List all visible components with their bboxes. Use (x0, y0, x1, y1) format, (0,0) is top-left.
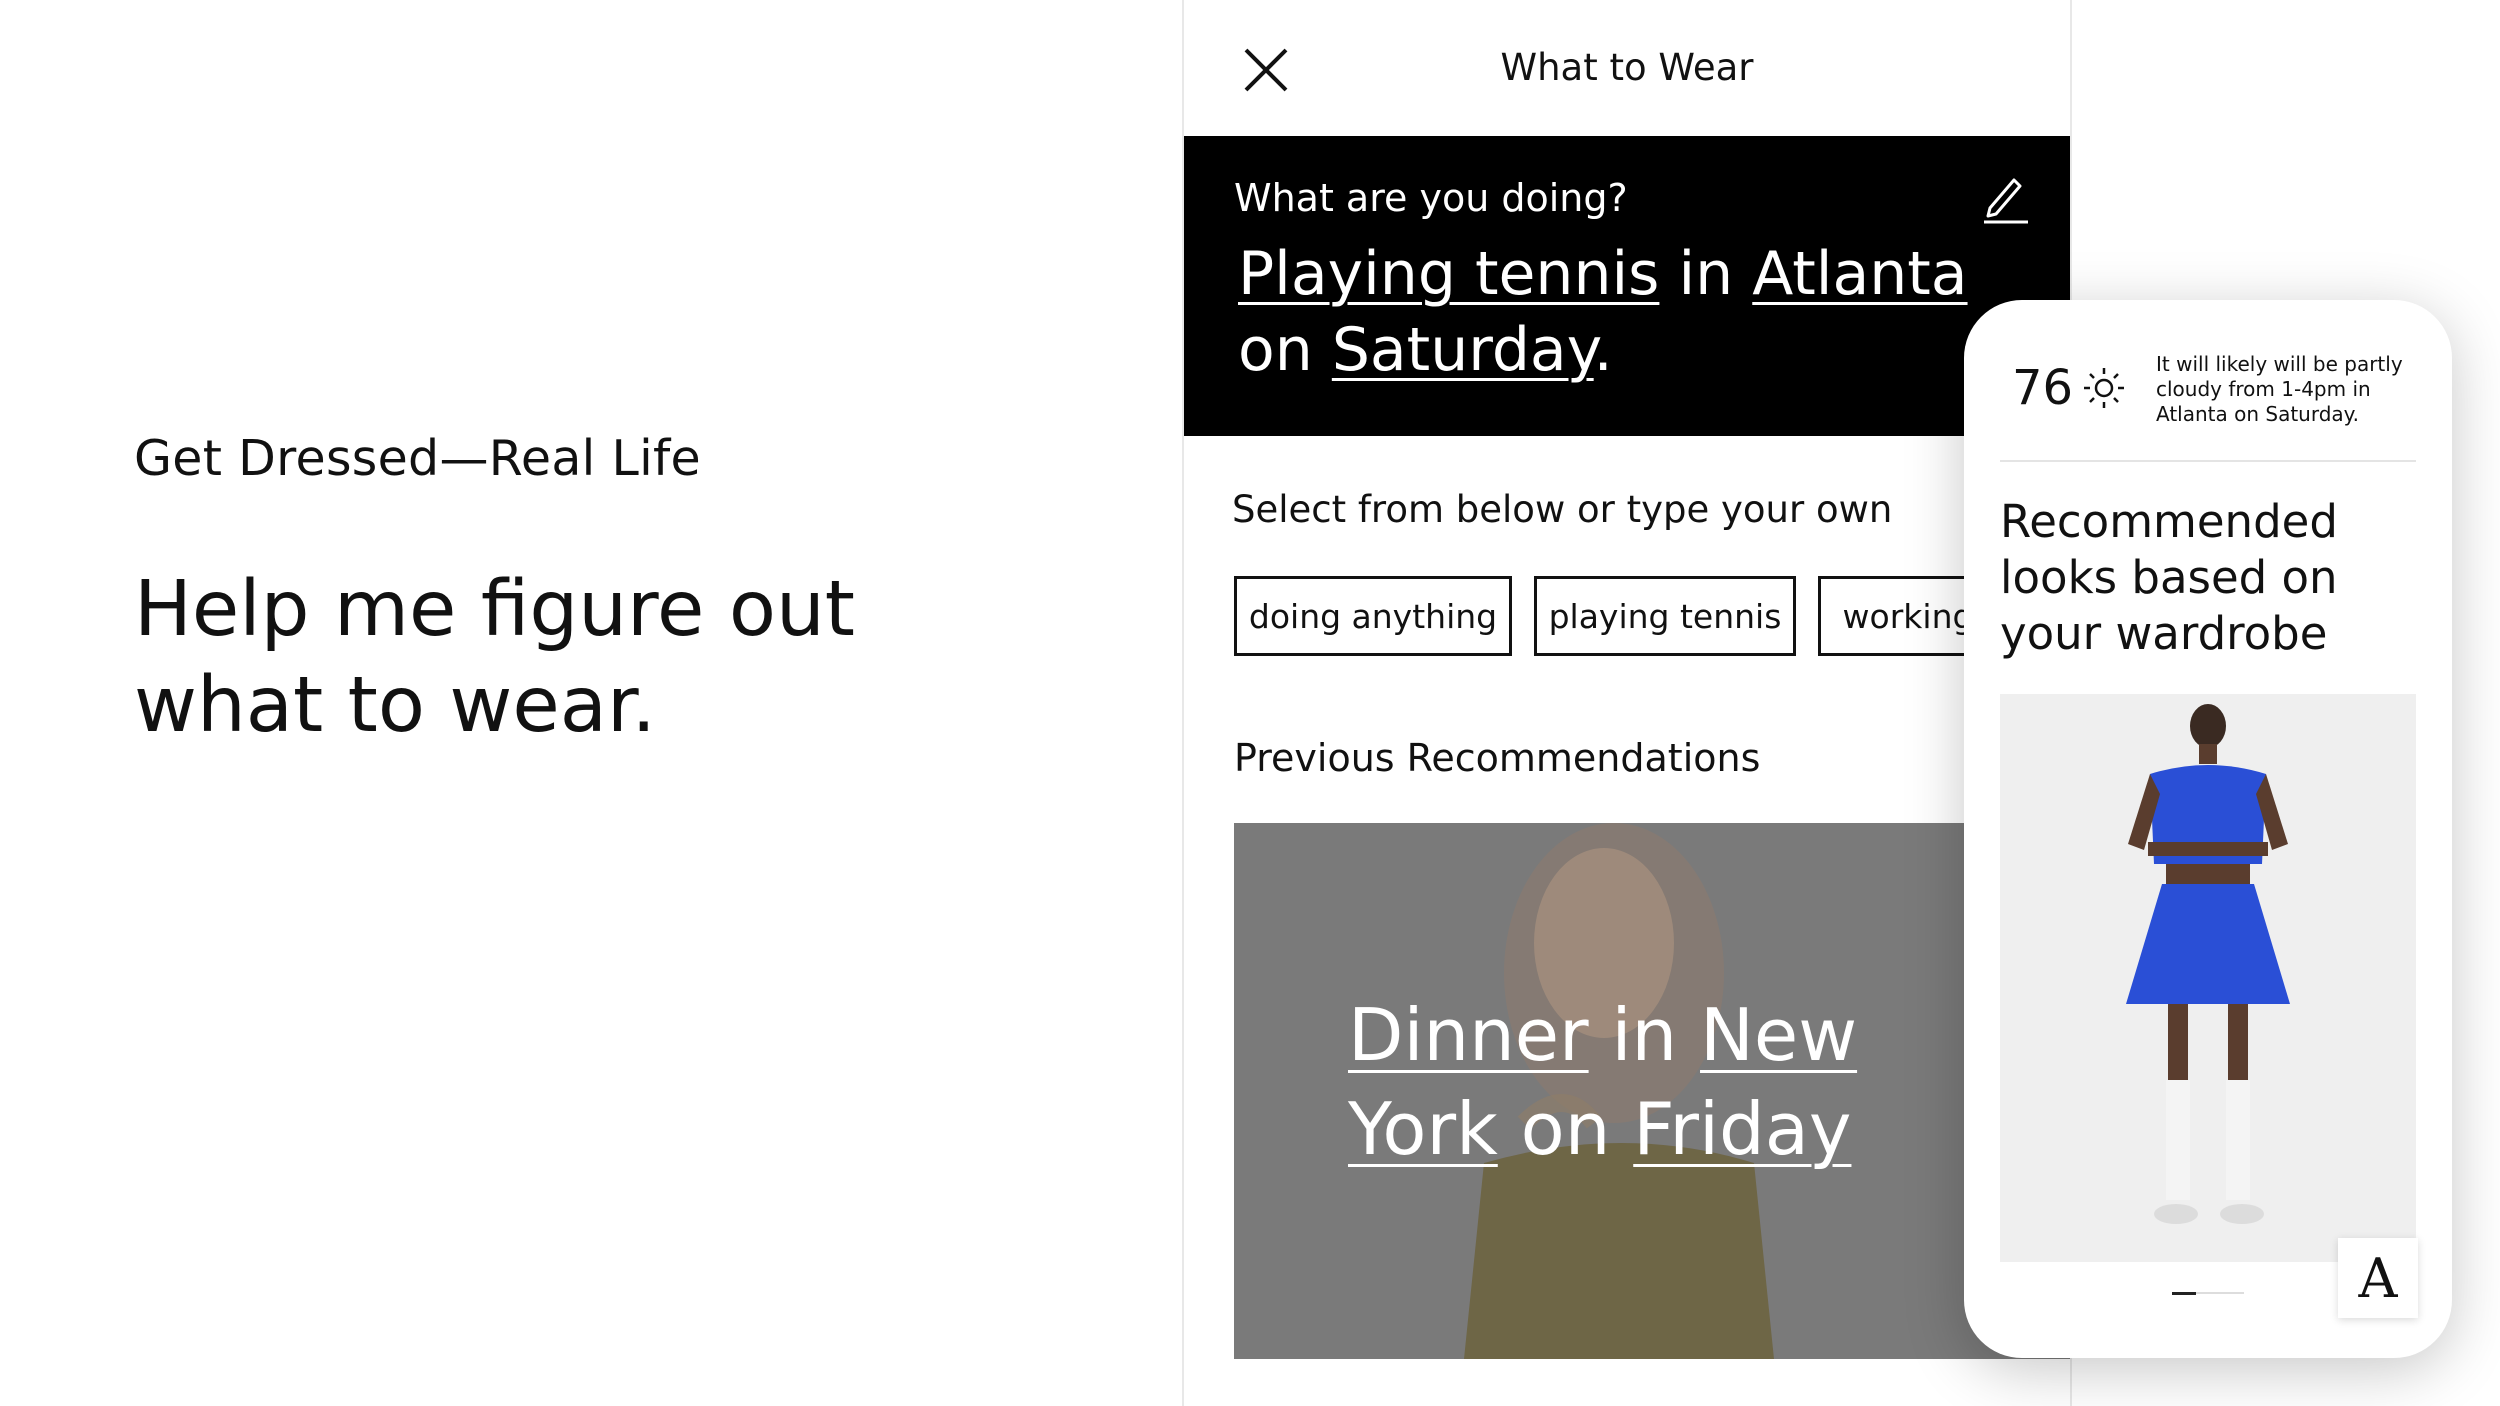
sentence-period: . (1593, 315, 1613, 385)
pencil-icon (1984, 178, 2028, 224)
suggestions-label: Select from below or type your own (1232, 488, 1893, 531)
previous-recommendation-card[interactable]: Dinner in New York on Friday (1234, 823, 2070, 1359)
image-pager (2172, 1292, 2244, 1296)
recommendation-title: Recommended looks based on your wardrobe (2000, 495, 2338, 660)
previous-recommendation-caption: Dinner in New York on Friday (1348, 988, 1908, 1176)
section-headline: Help me figure out what to wear. (134, 565, 855, 750)
prev-activity: Dinner (1348, 993, 1589, 1077)
activity-link[interactable]: Playing tennis (1238, 239, 1659, 309)
what-to-wear-screen: What to Wear What are you doing? Playing… (1182, 0, 2072, 1406)
prompt-panel: What are you doing? Playing tennis in At… (1184, 136, 2070, 436)
word-in: in (1678, 239, 1734, 309)
word-on: on (1238, 315, 1313, 385)
page-title: What to Wear (1500, 46, 1754, 89)
prompt-sentence: Playing tennis in Atlanta on Saturday. (1238, 236, 1998, 388)
prev-location-1: New (1700, 993, 1858, 1077)
prev-word-in: in (1611, 993, 1678, 1077)
top-bar: What to Wear (1184, 0, 2070, 136)
brand-logo: A (2338, 1238, 2418, 1318)
sun-icon (2084, 368, 2124, 408)
prev-day: Friday (1633, 1087, 1852, 1171)
section-eyebrow: Get Dressed—Real Life (134, 430, 701, 487)
pager-dot-active (2172, 1292, 2196, 1295)
suggestion-chip-playing-tennis[interactable]: playing tennis (1534, 576, 1796, 656)
outfit-image (2000, 694, 2416, 1262)
edit-button[interactable] (1982, 172, 2030, 224)
weather-forecast: It will likely will be partly cloudy fro… (2156, 352, 2403, 426)
pager-dot (2220, 1292, 2244, 1294)
day-link[interactable]: Saturday (1332, 315, 1594, 385)
previous-recommendations-label: Previous Recommendations (1234, 736, 1761, 780)
divider (2000, 460, 2416, 462)
prev-word-on: on (1520, 1087, 1611, 1171)
pager-dot (2196, 1292, 2220, 1294)
prev-location-2: York (1348, 1087, 1498, 1171)
temperature: 76 (2012, 360, 2074, 416)
suggestion-chip-doing-anything[interactable]: doing anything (1234, 576, 1512, 656)
prompt-question: What are you doing? (1234, 176, 1628, 220)
location-link[interactable]: Atlanta (1752, 239, 1967, 309)
recommendation-card[interactable]: 76 It will likely will be partly cloudy … (1964, 300, 2452, 1358)
